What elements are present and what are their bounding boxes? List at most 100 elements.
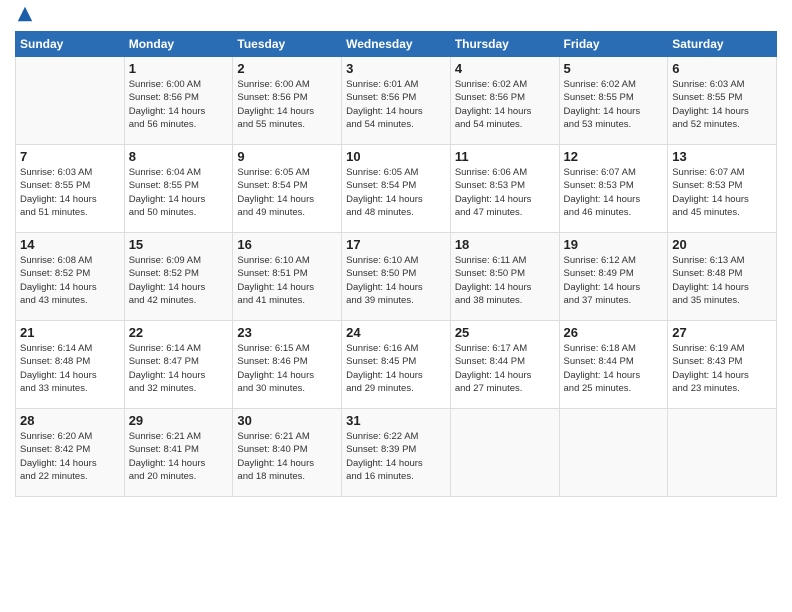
- weekday-header: Tuesday: [233, 32, 342, 57]
- day-info: Sunrise: 6:10 AM Sunset: 8:50 PM Dayligh…: [346, 254, 446, 307]
- calendar-cell: 26 Sunrise: 6:18 AM Sunset: 8:44 PM Dayli…: [559, 321, 668, 409]
- day-number: 22: [129, 325, 229, 340]
- calendar-cell: 4Sunrise: 6:02 AM Sunset: 8:56 PM Daylig…: [450, 57, 559, 145]
- day-number: 17: [346, 237, 446, 252]
- calendar-cell: 18 Sunrise: 6:11 AM Sunset: 8:50 PM Dayli…: [450, 233, 559, 321]
- calendar-cell: 11Sunrise: 6:06 AM Sunset: 8:53 PM Dayli…: [450, 145, 559, 233]
- day-info: Sunrise: 6:14 AM Sunset: 8:47 PM Dayligh…: [129, 342, 229, 395]
- calendar-week-row: 28Sunrise: 6:20 AM Sunset: 8:42 PM Dayli…: [16, 409, 777, 497]
- calendar-cell: 3 Sunrise: 6:01 AM Sunset: 8:56 PM Daylig…: [342, 57, 451, 145]
- header-row: SundayMondayTuesdayWednesdayThursdayFrid…: [16, 32, 777, 57]
- calendar-cell: 22 Sunrise: 6:14 AM Sunset: 8:47 PM Dayli…: [124, 321, 233, 409]
- weekday-header: Monday: [124, 32, 233, 57]
- calendar-cell: 23 Sunrise: 6:15 AM Sunset: 8:46 PM Dayli…: [233, 321, 342, 409]
- day-info: Sunrise: 6:12 AM Sunset: 8:49 PM Dayligh…: [564, 254, 664, 307]
- calendar-cell: 20 Sunrise: 6:13 AM Sunset: 8:48 PM Dayli…: [668, 233, 777, 321]
- day-number: 7: [20, 149, 120, 164]
- day-number: 8: [129, 149, 229, 164]
- day-number: 31: [346, 413, 446, 428]
- day-number: 15: [129, 237, 229, 252]
- day-info: Sunrise: 6:07 AM Sunset: 8:53 PM Dayligh…: [564, 166, 664, 219]
- day-number: 27: [672, 325, 772, 340]
- calendar-cell: 27 Sunrise: 6:19 AM Sunset: 8:43 PM Dayli…: [668, 321, 777, 409]
- day-number: 13: [672, 149, 772, 164]
- calendar-table: SundayMondayTuesdayWednesdayThursdayFrid…: [15, 31, 777, 497]
- day-number: 1: [129, 61, 229, 76]
- day-info: Sunrise: 6:11 AM Sunset: 8:50 PM Dayligh…: [455, 254, 555, 307]
- weekday-header: Friday: [559, 32, 668, 57]
- day-info: Sunrise: 6:09 AM Sunset: 8:52 PM Dayligh…: [129, 254, 229, 307]
- day-number: 11: [455, 149, 555, 164]
- calendar-cell: 15 Sunrise: 6:09 AM Sunset: 8:52 PM Dayli…: [124, 233, 233, 321]
- weekday-header: Thursday: [450, 32, 559, 57]
- day-info: Sunrise: 6:19 AM Sunset: 8:43 PM Dayligh…: [672, 342, 772, 395]
- day-number: 25: [455, 325, 555, 340]
- calendar-cell: [559, 409, 668, 497]
- calendar-cell: [16, 57, 125, 145]
- day-info: Sunrise: 6:05 AM Sunset: 8:54 PM Dayligh…: [237, 166, 337, 219]
- day-info: Sunrise: 6:02 AM Sunset: 8:55 PM Dayligh…: [564, 78, 664, 131]
- day-number: 14: [20, 237, 120, 252]
- calendar-cell: 24 Sunrise: 6:16 AM Sunset: 8:45 PM Dayli…: [342, 321, 451, 409]
- calendar-cell: 17 Sunrise: 6:10 AM Sunset: 8:50 PM Dayli…: [342, 233, 451, 321]
- calendar-week-row: 14Sunrise: 6:08 AM Sunset: 8:52 PM Dayli…: [16, 233, 777, 321]
- calendar-cell: [668, 409, 777, 497]
- calendar-cell: 6Sunrise: 6:03 AM Sunset: 8:55 PM Daylig…: [668, 57, 777, 145]
- day-number: 19: [564, 237, 664, 252]
- day-info: Sunrise: 6:13 AM Sunset: 8:48 PM Dayligh…: [672, 254, 772, 307]
- calendar-cell: 21 Sunrise: 6:14 AM Sunset: 8:48 PM Dayli…: [16, 321, 125, 409]
- weekday-header: Saturday: [668, 32, 777, 57]
- day-number: 29: [129, 413, 229, 428]
- day-number: 26: [564, 325, 664, 340]
- calendar-cell: 12 Sunrise: 6:07 AM Sunset: 8:53 PM Dayli…: [559, 145, 668, 233]
- day-info: Sunrise: 6:10 AM Sunset: 8:51 PM Dayligh…: [237, 254, 337, 307]
- calendar-cell: 9Sunrise: 6:05 AM Sunset: 8:54 PM Daylig…: [233, 145, 342, 233]
- day-info: Sunrise: 6:15 AM Sunset: 8:46 PM Dayligh…: [237, 342, 337, 395]
- calendar-cell: 28Sunrise: 6:20 AM Sunset: 8:42 PM Dayli…: [16, 409, 125, 497]
- day-number: 12: [564, 149, 664, 164]
- calendar-cell: 7 Sunrise: 6:03 AM Sunset: 8:55 PM Daylig…: [16, 145, 125, 233]
- day-info: Sunrise: 6:22 AM Sunset: 8:39 PM Dayligh…: [346, 430, 446, 483]
- calendar-cell: 5Sunrise: 6:02 AM Sunset: 8:55 PM Daylig…: [559, 57, 668, 145]
- calendar-cell: 8 Sunrise: 6:04 AM Sunset: 8:55 PM Daylig…: [124, 145, 233, 233]
- header: [15, 10, 777, 23]
- calendar-week-row: 1 Sunrise: 6:00 AM Sunset: 8:56 PM Daylig…: [16, 57, 777, 145]
- calendar-week-row: 7 Sunrise: 6:03 AM Sunset: 8:55 PM Daylig…: [16, 145, 777, 233]
- day-number: 10: [346, 149, 446, 164]
- calendar-cell: 19 Sunrise: 6:12 AM Sunset: 8:49 PM Dayli…: [559, 233, 668, 321]
- calendar-cell: 31 Sunrise: 6:22 AM Sunset: 8:39 PM Dayli…: [342, 409, 451, 497]
- day-number: 23: [237, 325, 337, 340]
- calendar-cell: 29 Sunrise: 6:21 AM Sunset: 8:41 PM Dayli…: [124, 409, 233, 497]
- day-info: Sunrise: 6:18 AM Sunset: 8:44 PM Dayligh…: [564, 342, 664, 395]
- day-number: 21: [20, 325, 120, 340]
- calendar-week-row: 21 Sunrise: 6:14 AM Sunset: 8:48 PM Dayli…: [16, 321, 777, 409]
- day-info: Sunrise: 6:01 AM Sunset: 8:56 PM Dayligh…: [346, 78, 446, 131]
- calendar-cell: 10 Sunrise: 6:05 AM Sunset: 8:54 PM Dayli…: [342, 145, 451, 233]
- day-info: Sunrise: 6:05 AM Sunset: 8:54 PM Dayligh…: [346, 166, 446, 219]
- logo: [15, 10, 34, 23]
- day-info: Sunrise: 6:14 AM Sunset: 8:48 PM Dayligh…: [20, 342, 120, 395]
- day-info: Sunrise: 6:03 AM Sunset: 8:55 PM Dayligh…: [20, 166, 120, 219]
- calendar-cell: 25Sunrise: 6:17 AM Sunset: 8:44 PM Dayli…: [450, 321, 559, 409]
- day-info: Sunrise: 6:03 AM Sunset: 8:55 PM Dayligh…: [672, 78, 772, 131]
- day-info: Sunrise: 6:04 AM Sunset: 8:55 PM Dayligh…: [129, 166, 229, 219]
- day-info: Sunrise: 6:00 AM Sunset: 8:56 PM Dayligh…: [237, 78, 337, 131]
- weekday-header: Sunday: [16, 32, 125, 57]
- calendar-cell: [450, 409, 559, 497]
- logo-icon: [16, 5, 34, 23]
- day-number: 3: [346, 61, 446, 76]
- day-info: Sunrise: 6:16 AM Sunset: 8:45 PM Dayligh…: [346, 342, 446, 395]
- day-number: 4: [455, 61, 555, 76]
- page-container: SundayMondayTuesdayWednesdayThursdayFrid…: [0, 0, 792, 507]
- day-number: 24: [346, 325, 446, 340]
- calendar-cell: 1Sunrise: 6:00 AM Sunset: 8:56 PM Daylig…: [124, 57, 233, 145]
- day-number: 28: [20, 413, 120, 428]
- day-number: 18: [455, 237, 555, 252]
- day-number: 2: [237, 61, 337, 76]
- calendar-cell: 13 Sunrise: 6:07 AM Sunset: 8:53 PM Dayli…: [668, 145, 777, 233]
- day-number: 20: [672, 237, 772, 252]
- day-info: Sunrise: 6:07 AM Sunset: 8:53 PM Dayligh…: [672, 166, 772, 219]
- weekday-header: Wednesday: [342, 32, 451, 57]
- day-info: Sunrise: 6:21 AM Sunset: 8:41 PM Dayligh…: [129, 430, 229, 483]
- day-info: Sunrise: 6:21 AM Sunset: 8:40 PM Dayligh…: [237, 430, 337, 483]
